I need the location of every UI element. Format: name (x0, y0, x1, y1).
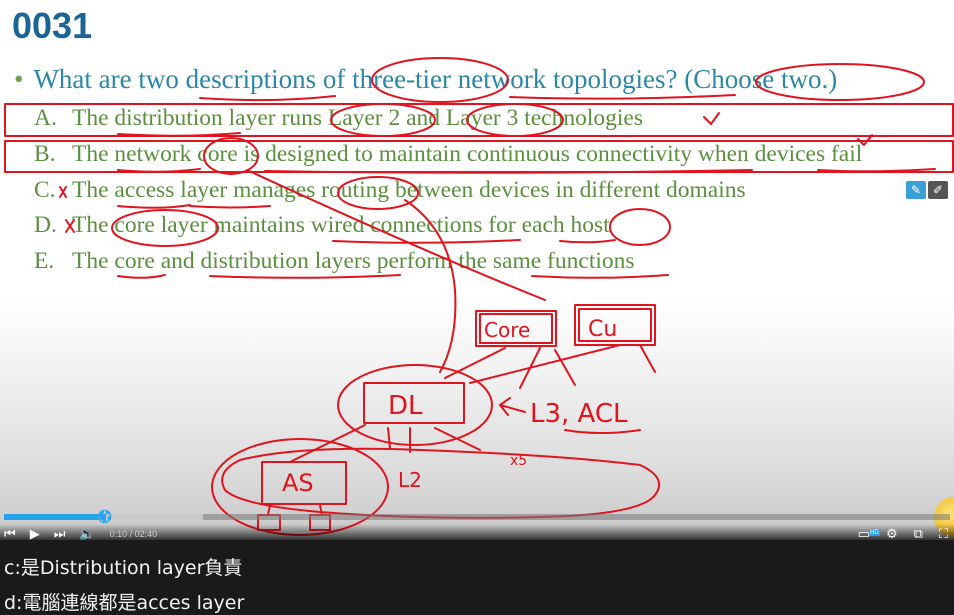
answer-box-b (4, 140, 954, 173)
time-display: 0:10 / 02:40 (109, 529, 158, 539)
caption-line: d:電腦連線都是acces layer (4, 592, 245, 614)
label-core: Core (484, 318, 530, 342)
skip-next-icon[interactable]: ⏭ (54, 526, 66, 540)
arrow-routing-to-dl (404, 199, 457, 373)
label-l3-acl: L3, ACL (530, 399, 628, 429)
underline-c (117, 204, 271, 209)
arrow-core-to-core (246, 169, 546, 301)
fullscreen-icon[interactable]: ⛶ (939, 526, 948, 540)
settings-icon[interactable]: ⚙ (886, 526, 898, 540)
circle-core (203, 137, 259, 175)
label-as: AS (282, 469, 314, 497)
controls-left: ⏮ ▶ ⏭ 🔈 0:10 / 02:40 (4, 526, 157, 540)
handwritten-annotations: Core Cu DL L3, ACL AS L2 x5 (4, 57, 954, 536)
underline-e (117, 274, 669, 279)
underline-descriptions (199, 95, 336, 102)
x-mark-c (59, 186, 67, 198)
video-frame[interactable]: 0031 • What are two descriptions of three… (0, 0, 954, 540)
annotation-toolbar: ✎ ✐ (906, 181, 948, 199)
dl-links (289, 424, 481, 463)
volume-icon[interactable]: 🔈 (79, 526, 95, 540)
label-x5: x5 (510, 453, 527, 469)
progress-played (4, 514, 107, 520)
dl-arrow (499, 397, 526, 416)
underline-d (332, 239, 616, 244)
circle-layer2 (330, 103, 436, 137)
caption-line: c:是Distribution layer負責 (4, 557, 243, 579)
x-mark-d (65, 219, 75, 233)
circle-core-layer (111, 209, 219, 247)
eraser-icon[interactable]: ✐ (928, 181, 948, 199)
hd-badge: HD (869, 530, 880, 536)
circle-routing (337, 176, 419, 210)
label-dl: DL (388, 391, 423, 421)
label-cu: Cu (588, 317, 617, 342)
pencil-icon[interactable]: ✎ (906, 181, 926, 199)
progress-bar[interactable] (4, 514, 950, 520)
label-l2: L2 (398, 468, 422, 492)
circle-choose-two (755, 63, 925, 101)
play-icon[interactable]: ▶ (30, 526, 40, 540)
skip-back-icon[interactable]: ⏮ (4, 526, 16, 540)
underline-l3-acl (564, 429, 641, 434)
miniplayer-icon[interactable]: ⧉ (914, 526, 923, 540)
circle-three-tier (371, 57, 509, 103)
circle-layer3 (466, 103, 564, 137)
player-controls: ⏮ ▶ ⏭ 🔈 0:10 / 02:40 ▭ ⚙ ⧉ ⛶ (0, 524, 954, 540)
check-a (703, 112, 720, 125)
underline-topologies (509, 94, 736, 100)
circle-host (609, 208, 671, 246)
